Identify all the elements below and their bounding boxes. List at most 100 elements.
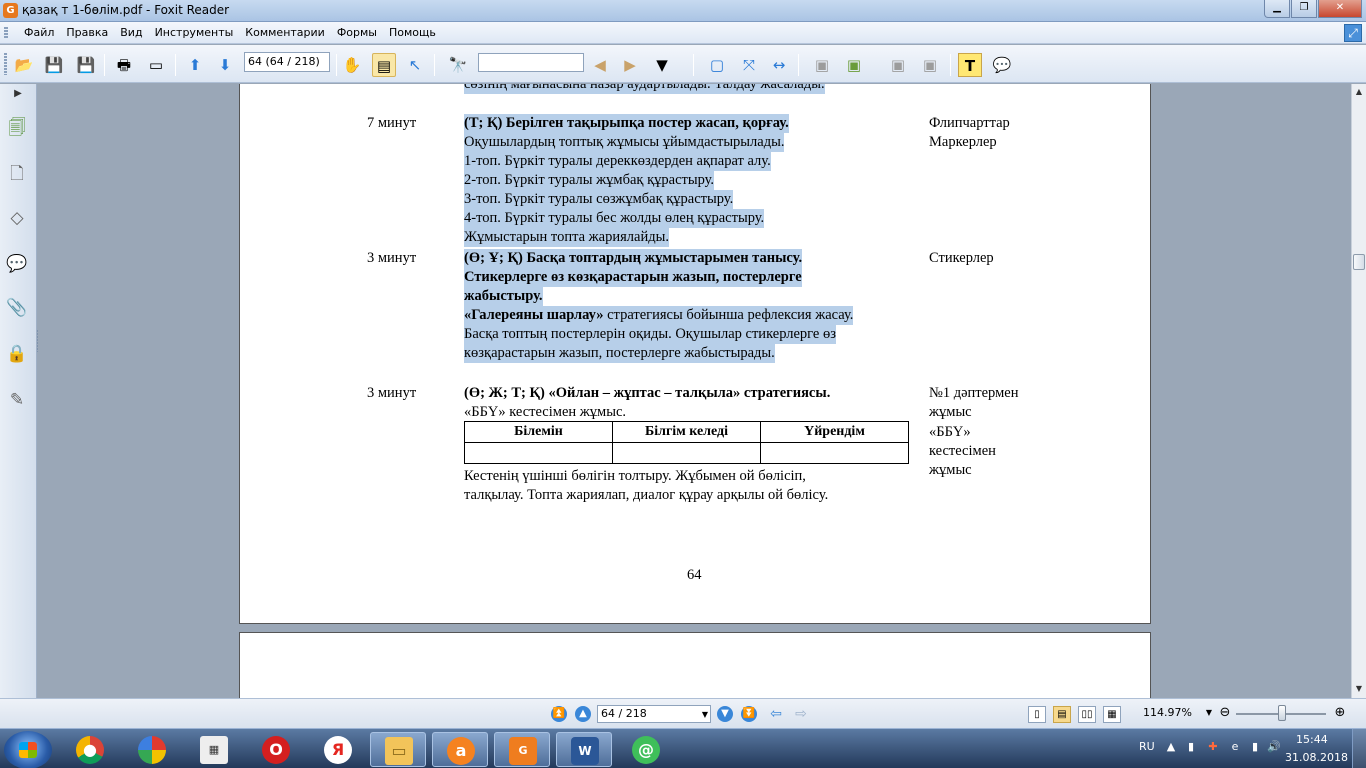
taskbar-mail[interactable]: @ xyxy=(618,732,674,767)
sidebar-expand-icon[interactable]: ▶ xyxy=(0,84,36,104)
fit-width-icon[interactable]: ↔ xyxy=(767,53,791,77)
zoom-dropdown-icon[interactable]: ▼ xyxy=(1201,705,1217,721)
next-page-icon[interactable]: ▼ xyxy=(717,706,733,722)
toolbar-grip-icon[interactable] xyxy=(4,53,7,75)
status-page-input[interactable]: 64 / 218 ▼ xyxy=(597,705,711,723)
maximize-button[interactable]: ❐ xyxy=(1291,0,1317,18)
find-binoculars-icon[interactable]: 🔭 xyxy=(446,53,470,77)
taskbar-avast[interactable]: a xyxy=(432,732,488,767)
last-page-icon[interactable]: ⏬ xyxy=(741,706,757,722)
pdf-create-icon[interactable]: ▣ xyxy=(810,53,834,77)
tray-app-icon[interactable]: ▮ xyxy=(1185,740,1197,754)
continuous-page-icon[interactable]: ▤ xyxy=(1053,706,1071,723)
go-back-icon[interactable]: ⇦ xyxy=(768,706,784,722)
save-icon[interactable]: 💾 xyxy=(42,53,66,77)
zoom-level[interactable]: 114.97% xyxy=(1143,706,1192,719)
continuous-facing-icon[interactable]: ▦ xyxy=(1103,706,1121,723)
actual-size-icon[interactable]: ▢ xyxy=(705,53,729,77)
scan-icon[interactable]: ▭ xyxy=(144,53,168,77)
facing-pages-icon[interactable]: ▯▯ xyxy=(1078,706,1096,723)
typewriter-icon[interactable]: T xyxy=(958,53,982,77)
clock-date[interactable]: 31.08.2018 xyxy=(1285,751,1348,764)
next-page-icon[interactable]: ⬇ xyxy=(213,53,237,77)
minimize-button[interactable]: ▁ xyxy=(1264,0,1290,18)
attachments-icon[interactable]: 📎 xyxy=(6,296,28,320)
find-next-icon[interactable]: ▶ xyxy=(618,53,642,77)
page-dropdown-icon[interactable]: ▼ xyxy=(702,707,708,723)
menu-comments[interactable]: Комментарии xyxy=(239,22,331,44)
single-page-icon[interactable]: ▯ xyxy=(1028,706,1046,723)
taskbar-app[interactable] xyxy=(124,732,180,767)
foxit-pdf-icon: G xyxy=(509,737,537,765)
taskbar-foxit[interactable]: G xyxy=(494,732,550,767)
document-area[interactable]: сөзінің мағынасына назар аудартылады. Та… xyxy=(38,84,1351,698)
first-page-icon[interactable]: ⏫ xyxy=(551,706,567,722)
tray-antivirus-icon[interactable]: ✚ xyxy=(1207,740,1219,754)
tray-expand-icon[interactable]: ▲ xyxy=(1165,740,1177,754)
layers-icon[interactable]: ◇ xyxy=(6,206,28,230)
foxit-app-icon[interactable]: G xyxy=(3,3,18,18)
select-arrow-icon[interactable]: ↖ xyxy=(403,53,427,77)
previous-page-icon[interactable]: ⬆ xyxy=(183,53,207,77)
language-indicator[interactable]: RU xyxy=(1139,740,1155,753)
table-cell xyxy=(464,442,613,464)
hand-tool-icon[interactable]: ✋ xyxy=(340,53,364,77)
taskbar-yandex[interactable]: Я xyxy=(310,732,366,767)
tray-browser-icon[interactable]: e xyxy=(1229,740,1241,754)
find-options-icon[interactable]: ▼ xyxy=(650,53,674,77)
pdf-edit-icon[interactable]: ▣ xyxy=(918,53,942,77)
note-comment-icon[interactable]: 💬 xyxy=(990,53,1014,77)
pdf-export-icon[interactable]: ▣ xyxy=(842,53,866,77)
signature-icon[interactable]: ✎ xyxy=(6,388,28,412)
zoom-slider-thumb[interactable] xyxy=(1278,705,1286,721)
zoom-in-icon[interactable]: ⊕ xyxy=(1332,705,1348,721)
vertical-scrollbar[interactable]: ▲ ▼ xyxy=(1351,84,1366,698)
menu-grip-icon[interactable] xyxy=(4,27,8,39)
menu-view[interactable]: Вид xyxy=(114,22,148,44)
security-lock-icon[interactable]: 🔒 xyxy=(6,342,28,366)
menu-help[interactable]: Помощь xyxy=(383,22,442,44)
menu-forms[interactable]: Формы xyxy=(331,22,383,44)
menu-edit[interactable]: Правка xyxy=(60,22,114,44)
menu-tools[interactable]: Инструменты xyxy=(149,22,240,44)
start-button[interactable] xyxy=(4,731,52,768)
find-prev-icon[interactable]: ◀ xyxy=(588,53,612,77)
strategy-name: «Галереяны шарлау» xyxy=(464,307,604,323)
page-number-input[interactable]: 64 (64 / 218) xyxy=(244,52,330,72)
pdf-convert-icon[interactable]: ▣ xyxy=(886,53,910,77)
fit-page-icon[interactable]: ⤧ xyxy=(737,53,761,77)
taskbar-opera[interactable]: O xyxy=(248,732,304,767)
comments-icon[interactable]: 💬 xyxy=(6,252,28,276)
find-input[interactable] xyxy=(478,53,584,72)
table-header: Білгім келеді xyxy=(612,421,761,443)
volume-icon[interactable]: 🔊 xyxy=(1267,740,1281,754)
close-button[interactable]: ✕ xyxy=(1318,0,1362,18)
clock-time[interactable]: 15:44 xyxy=(1296,733,1328,746)
taskbar-chrome[interactable]: ● xyxy=(62,732,118,767)
row-text-line: «Галереяны шарлау» стратегиясы бойынша р… xyxy=(464,306,854,325)
save-as-icon[interactable]: 💾 xyxy=(74,53,98,77)
show-desktop-button[interactable] xyxy=(1352,729,1366,768)
toolbar-separator xyxy=(950,54,951,76)
zoom-out-icon[interactable]: ⊖ xyxy=(1217,705,1233,721)
taskbar-word[interactable]: W xyxy=(556,732,612,767)
prev-page-icon[interactable]: ▲ xyxy=(575,706,591,722)
scroll-down-icon[interactable]: ▼ xyxy=(1352,681,1366,697)
go-forward-icon[interactable]: ⇨ xyxy=(793,706,809,722)
scroll-up-icon[interactable]: ▲ xyxy=(1352,84,1366,100)
taskbar-explorer[interactable]: ▭ xyxy=(370,732,426,767)
print-icon[interactable]: 🖶 xyxy=(112,53,136,77)
menu-file[interactable]: Файл xyxy=(18,22,60,44)
taskbar-app[interactable]: ▦ xyxy=(186,732,242,767)
bookmarks-icon[interactable]: 🗐 xyxy=(6,116,28,140)
row-text-line: Стикерлерге өз көзқарастарын жазып, пост… xyxy=(464,268,802,287)
scroll-thumb[interactable] xyxy=(1353,254,1365,270)
open-folder-icon[interactable]: 📂 xyxy=(12,53,36,77)
select-text-icon[interactable]: ▤ xyxy=(372,53,396,77)
network-icon[interactable]: ▮ xyxy=(1249,740,1261,754)
toolbar-separator xyxy=(798,54,799,76)
pages-icon[interactable]: 🗋 xyxy=(6,162,28,186)
row-text-line: 1-топ. Бүркіт туралы дереккөздерден ақпа… xyxy=(464,152,771,171)
chrome-icon: ● xyxy=(76,736,104,764)
fullscreen-icon[interactable]: ⤢ xyxy=(1344,24,1362,42)
